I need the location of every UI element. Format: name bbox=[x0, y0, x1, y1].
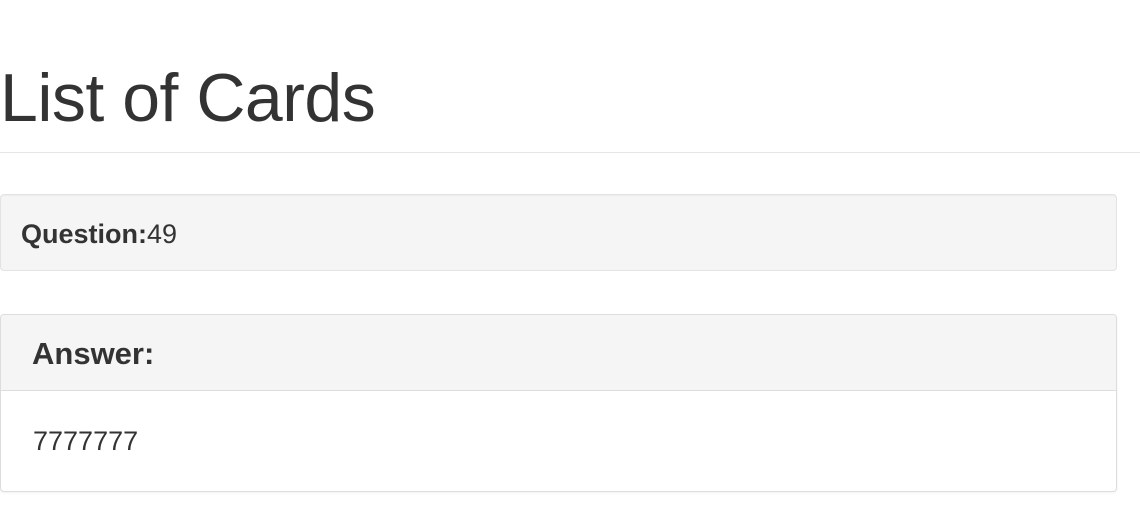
question-value: 49 bbox=[147, 219, 178, 249]
question-label: Question: bbox=[21, 219, 147, 249]
page-title: List of Cards bbox=[0, 60, 376, 136]
answer-value: 7777777 bbox=[33, 426, 139, 456]
question-card: Question:49 bbox=[0, 194, 1117, 271]
question-line: Question:49 bbox=[21, 219, 177, 249]
answer-panel: Answer: 7777777 bbox=[0, 314, 1117, 492]
page: List of Cards Question:49 Answer: 777777… bbox=[0, 0, 1140, 510]
page-header: List of Cards bbox=[0, 0, 1140, 153]
answer-label: Answer: bbox=[32, 336, 155, 371]
answer-panel-heading: Answer: bbox=[1, 315, 1116, 391]
